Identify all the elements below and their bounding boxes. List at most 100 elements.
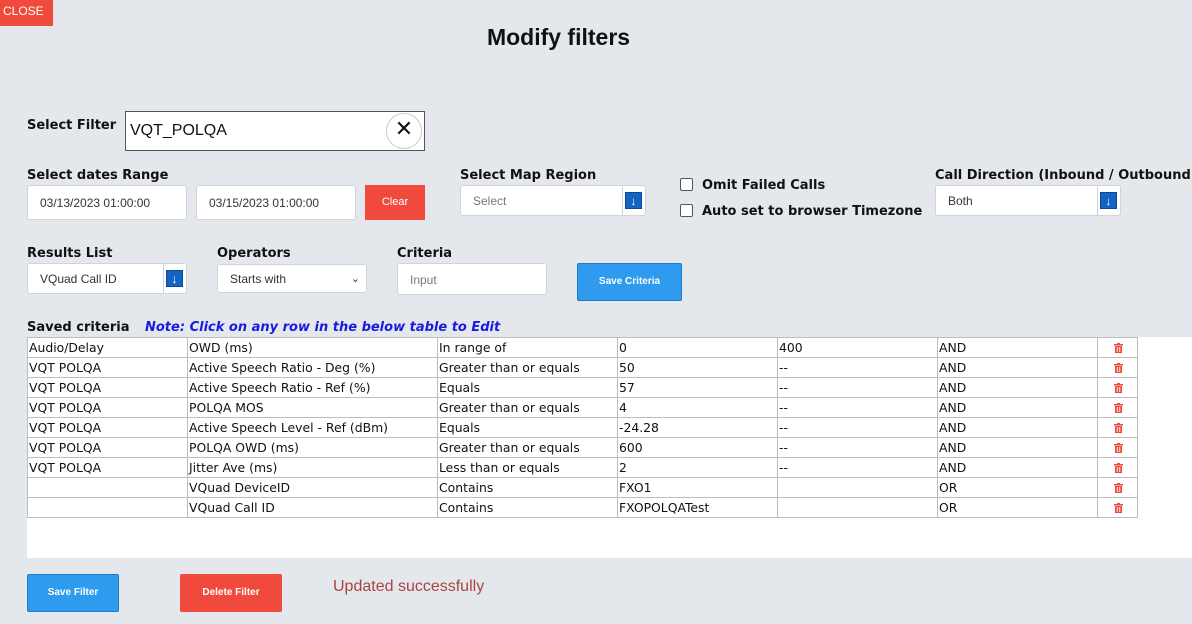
table-cell: FXO1: [617, 477, 778, 498]
start-date-input[interactable]: 03/13/2023 01:00:00: [27, 185, 187, 220]
table-cell: --: [777, 397, 938, 418]
table-cell: VQT POLQA: [27, 417, 188, 438]
call-direction-label: Call Direction (Inbound / Outbound): [935, 168, 1192, 183]
table-cell: Audio/Delay: [27, 337, 188, 358]
divider: [1097, 186, 1098, 215]
map-region-label: Select Map Region: [460, 168, 597, 183]
table-cell: 400: [777, 337, 938, 358]
close-button[interactable]: CLOSE: [0, 0, 53, 26]
table-cell: Greater than or equals: [437, 357, 618, 378]
table-row[interactable]: VQuad Call ID Contains FXOPOLQATest OR: [27, 497, 1138, 518]
chevron-down-icon: ⌄: [350, 273, 360, 285]
table-cell: VQT POLQA: [27, 357, 188, 378]
select-filter-label: Select Filter: [27, 118, 117, 133]
trash-icon[interactable]: [1113, 383, 1123, 393]
table-cell: VQuad Call ID: [187, 497, 438, 518]
table-cell: Active Speech Ratio - Deg (%): [187, 357, 438, 378]
clear-dates-button[interactable]: Clear: [365, 185, 425, 220]
table-cell: Jitter Ave (ms): [187, 457, 438, 478]
table-cell: AND: [937, 417, 1098, 438]
table-row[interactable]: VQT POLQA POLQA MOS Greater than or equals…: [27, 397, 1138, 418]
arrow-down-icon[interactable]: ↓: [166, 270, 183, 287]
trash-icon[interactable]: [1113, 503, 1123, 513]
delete-cell: [1097, 377, 1138, 398]
delete-cell: [1097, 437, 1138, 458]
table-row[interactable]: VQT POLQA Jitter Ave (ms) Less than or equ…: [27, 457, 1138, 478]
operators-select[interactable]: Starts with ⌄: [217, 264, 367, 293]
delete-filter-button[interactable]: Delete Filter: [180, 574, 282, 612]
table-cell: Equals: [437, 377, 618, 398]
map-region-select[interactable]: Select ↓: [460, 185, 646, 216]
auto-timezone-checkbox[interactable]: [680, 204, 693, 217]
table-cell: AND: [937, 377, 1098, 398]
arrow-down-icon[interactable]: ↓: [1100, 192, 1117, 209]
results-list-select[interactable]: VQuad Call ID ↓: [27, 263, 187, 294]
table-cell: --: [777, 417, 938, 438]
table-cell: [777, 477, 938, 498]
table-row[interactable]: VQT POLQA Active Speech Level - Ref (dBm)…: [27, 417, 1138, 438]
table-cell: FXOPOLQATest: [617, 497, 778, 518]
table-cell: -24.28: [617, 417, 778, 438]
table-cell: 4: [617, 397, 778, 418]
table-cell: 600: [617, 437, 778, 458]
table-cell: 0: [617, 337, 778, 358]
table-row[interactable]: Audio/Delay OWD (ms) In range of 0 400 AND: [27, 337, 1138, 358]
call-direction-value: Both: [948, 194, 973, 208]
divider: [163, 264, 164, 293]
table-cell: In range of: [437, 337, 618, 358]
edit-note: Note: Click on any row in the below tabl…: [145, 320, 501, 335]
select-filter-input[interactable]: VQT_POLQA ✕: [125, 111, 425, 151]
status-message: Updated successfully: [333, 578, 485, 595]
table-row[interactable]: VQuad DeviceID Contains FXO1 OR: [27, 477, 1138, 498]
trash-icon[interactable]: [1113, 403, 1123, 413]
trash-icon[interactable]: [1113, 463, 1123, 473]
auto-timezone-label: Auto set to browser Timezone: [702, 204, 923, 219]
delete-cell: [1097, 357, 1138, 378]
table-cell: 57: [617, 377, 778, 398]
table-cell: Contains: [437, 477, 618, 498]
map-region-placeholder: Select: [473, 194, 507, 208]
trash-icon[interactable]: [1113, 363, 1123, 373]
save-criteria-button[interactable]: Save Criteria: [577, 263, 682, 301]
save-filter-button[interactable]: Save Filter: [27, 574, 119, 612]
table-cell: --: [777, 377, 938, 398]
criteria-input[interactable]: Input: [397, 263, 547, 295]
table-cell: AND: [937, 337, 1098, 358]
table-cell: [27, 497, 188, 518]
delete-cell: [1097, 457, 1138, 478]
table-cell: --: [777, 357, 938, 378]
results-list-value: VQuad Call ID: [40, 272, 117, 286]
table-cell: Equals: [437, 417, 618, 438]
delete-cell: [1097, 337, 1138, 358]
operators-label: Operators: [217, 246, 291, 261]
table-cell: POLQA MOS: [187, 397, 438, 418]
call-direction-select[interactable]: Both ↓: [935, 185, 1121, 216]
trash-icon[interactable]: [1113, 483, 1123, 493]
end-date-input[interactable]: 03/15/2023 01:00:00: [196, 185, 356, 220]
table-cell: Greater than or equals: [437, 437, 618, 458]
table-cell: VQT POLQA: [27, 457, 188, 478]
table-cell: Active Speech Level - Ref (dBm): [187, 417, 438, 438]
table-row[interactable]: VQT POLQA Active Speech Ratio - Ref (%) Eq…: [27, 377, 1138, 398]
trash-icon[interactable]: [1113, 343, 1123, 353]
criteria-label: Criteria: [397, 246, 453, 261]
close-icon[interactable]: ✕: [386, 113, 422, 149]
select-filter-value: VQT_POLQA: [130, 122, 227, 139]
table-row[interactable]: VQT POLQA Active Speech Ratio - Deg (%) Gr…: [27, 357, 1138, 378]
table-cell: VQT POLQA: [27, 437, 188, 458]
table-cell: Active Speech Ratio - Ref (%): [187, 377, 438, 398]
omit-failed-checkbox[interactable]: [680, 178, 693, 191]
table-row[interactable]: VQT POLQA POLQA OWD (ms) Greater than or e…: [27, 437, 1138, 458]
arrow-down-icon[interactable]: ↓: [625, 192, 642, 209]
table-cell: 2: [617, 457, 778, 478]
delete-cell: [1097, 477, 1138, 498]
divider: [622, 186, 623, 215]
trash-icon[interactable]: [1113, 443, 1123, 453]
table-cell: --: [777, 437, 938, 458]
table-cell: OR: [937, 497, 1098, 518]
trash-icon[interactable]: [1113, 423, 1123, 433]
omit-failed-label: Omit Failed Calls: [702, 178, 826, 193]
delete-cell: [1097, 397, 1138, 418]
table-cell: 50: [617, 357, 778, 378]
table-cell: Less than or equals: [437, 457, 618, 478]
